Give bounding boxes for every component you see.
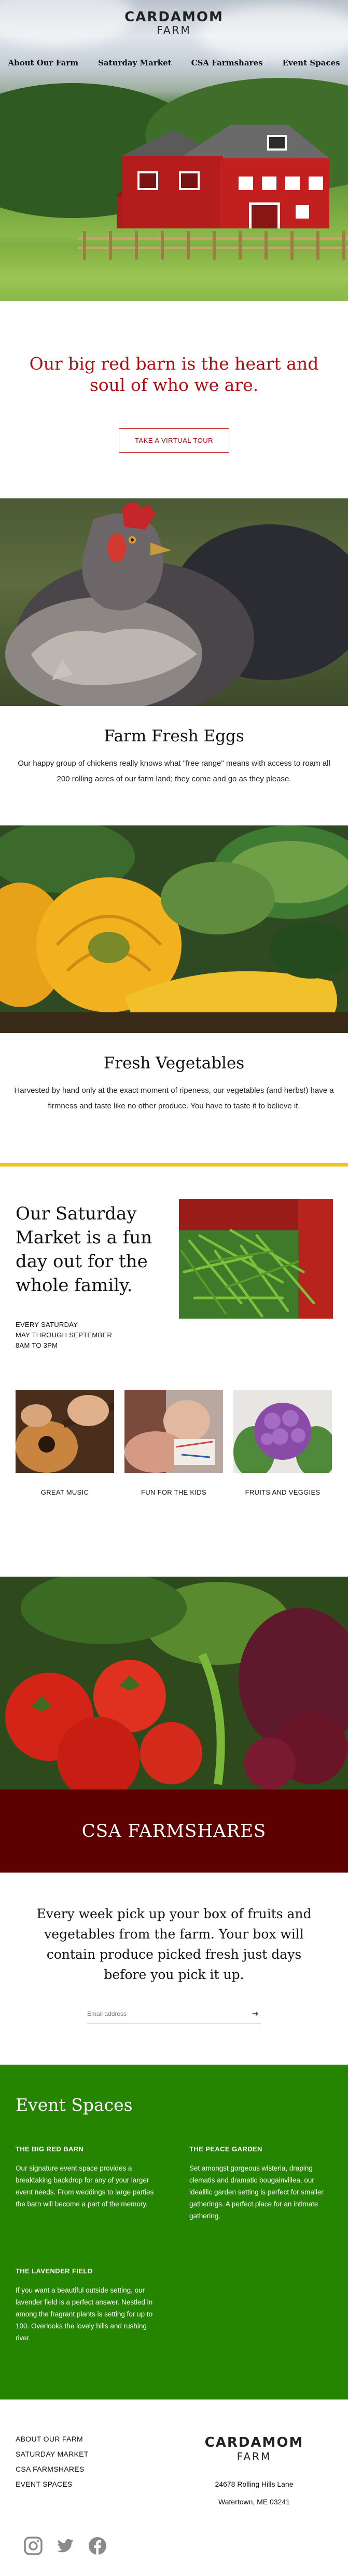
event-desc: Our signature event space provides a bre… [16, 2164, 154, 2208]
footer-brand: CARDAMOM FARM 24678 Rolling Hills Lane W… [187, 2435, 322, 2511]
intro-section: Our big red barn is the heart and soul o… [0, 301, 348, 498]
main-nav: About Our Farm Saturday Market CSA Farms… [0, 58, 348, 67]
saturday-title: Our Saturday Market is a fun day out for… [16, 1203, 152, 1296]
green-beans-photo [179, 1199, 333, 1319]
event-name: THE PEACE GARDEN [189, 2145, 262, 2153]
event-peace-garden[interactable]: THE PEACE GARDEN Set amongst gorgeous wi… [189, 2145, 332, 2222]
tile-kids[interactable]: FUN FOR THE KIDS [124, 1390, 223, 1496]
intro-headline: Our big red barn is the heart and soul o… [29, 354, 319, 396]
event-desc: If you want a beautiful outside setting,… [16, 2286, 153, 2342]
facebook-icon[interactable] [87, 2536, 108, 2556]
guitar-photo [16, 1390, 114, 1473]
events-title: Event Spaces [16, 2095, 133, 2115]
nav-saturday-market[interactable]: Saturday Market [98, 58, 172, 67]
footer-address: 24678 Rolling Hills Lane Watertown, ME 0… [187, 2475, 322, 2511]
vegetables-section: Fresh Vegetables Harvested by hand only … [0, 1033, 348, 1163]
tomatoes-beets-photo [0, 1577, 348, 1789]
email-signup-form: ➜ [87, 2004, 261, 2024]
csa-body: Every week pick up your box of fruits an… [36, 1906, 312, 1982]
footer-link-csa[interactable]: CSA FARMSHARES [16, 2465, 89, 2473]
footer: ABOUT OUR FARM SATURDAY MARKET CSA FARMS… [0, 2399, 348, 2576]
nav-event-spaces[interactable]: Event Spaces [283, 58, 340, 67]
schedule-line: EVERY SATURDAY [16, 1321, 78, 1328]
brand-logo[interactable]: CARDAMOM FARM [0, 9, 348, 36]
eggs-section: Farm Fresh Eggs Our happy group of chick… [0, 706, 348, 825]
twitter-icon[interactable] [55, 2536, 76, 2556]
event-desc: Set amongst gorgeous wisteria, draping c… [189, 2164, 324, 2220]
vegetables-title: Fresh Vegetables [103, 1054, 245, 1073]
instagram-icon[interactable] [23, 2536, 44, 2556]
brand-name-top: CARDAMOM [124, 9, 224, 25]
event-spaces-section: Event Spaces THE BIG RED BARN Our signat… [0, 2065, 348, 2399]
footer-link-about[interactable]: ABOUT OUR FARM [16, 2435, 89, 2443]
csa-section: Every week pick up your box of fruits an… [0, 1873, 348, 2065]
csa-banner-title: CSA FARMSHARES [81, 1821, 267, 1841]
tile-caption: FUN FOR THE KIDS [141, 1488, 206, 1496]
social-links [23, 2536, 108, 2556]
footer-brand-top: CARDAMOM [204, 2435, 304, 2450]
eggs-body: Our happy group of chickens really knows… [18, 759, 330, 783]
event-big-red-barn[interactable]: THE BIG RED BARN Our signature event spa… [16, 2145, 158, 2210]
nav-csa-farmshares[interactable]: CSA Farmshares [191, 58, 263, 67]
chicken-photo [0, 498, 348, 706]
brand-name-bottom: FARM [157, 24, 191, 36]
wooden-fence [78, 231, 348, 260]
section-divider [0, 1163, 348, 1167]
page: CARDAMOM FARM About Our Farm Saturday Ma… [0, 0, 348, 2576]
schedule-line: 8AM TO 3PM [16, 1341, 58, 1349]
eggs-title: Farm Fresh Eggs [104, 727, 244, 745]
footer-links: ABOUT OUR FARM SATURDAY MARKET CSA FARMS… [16, 2435, 89, 2495]
footer-link-events[interactable]: EVENT SPACES [16, 2480, 89, 2488]
nav-about[interactable]: About Our Farm [8, 58, 79, 67]
email-input[interactable] [87, 2004, 243, 2023]
vegetables-body: Harvested by hand only at the exact mome… [14, 1086, 334, 1110]
red-barn-illustration [117, 125, 329, 228]
tile-music[interactable]: GREAT MUSIC [16, 1390, 114, 1496]
event-lavender-field[interactable]: THE LAVENDER FIELD If you want a beautif… [16, 2267, 158, 2344]
chicken-illustration [5, 502, 348, 706]
squash-photo [0, 825, 348, 1033]
cauliflower-photo [233, 1390, 332, 1473]
schedule-line: MAY THROUGH SEPTEMBER [16, 1331, 113, 1339]
hero: CARDAMOM FARM About Our Farm Saturday Ma… [0, 0, 348, 301]
event-name: THE LAVENDER FIELD [16, 2267, 93, 2275]
tile-caption: GREAT MUSIC [40, 1488, 89, 1496]
kids-photo [124, 1390, 223, 1473]
address-line: Watertown, ME 03241 [218, 2498, 290, 2506]
squash-illustration [0, 825, 348, 1033]
virtual-tour-button[interactable]: TAKE A VIRTUAL TOUR [118, 428, 230, 453]
csa-banner: CSA FARMSHARES [0, 1789, 348, 1873]
address-line: 24678 Rolling Hills Lane [215, 2480, 294, 2488]
arrow-right-icon[interactable]: ➜ [252, 2009, 259, 2019]
market-schedule: EVERY SATURDAY MAY THROUGH SEPTEMBER 8AM… [16, 1320, 112, 1351]
tile-caption: FRUITS AND VEGGIES [245, 1488, 321, 1496]
footer-brand-bottom: FARM [236, 2450, 272, 2463]
footer-link-saturday-market[interactable]: SATURDAY MARKET [16, 2450, 89, 2458]
saturday-market-section: Our Saturday Market is a fun day out for… [0, 1167, 348, 1577]
event-name: THE BIG RED BARN [16, 2145, 84, 2153]
tile-produce[interactable]: FRUITS AND VEGGIES [233, 1390, 332, 1496]
